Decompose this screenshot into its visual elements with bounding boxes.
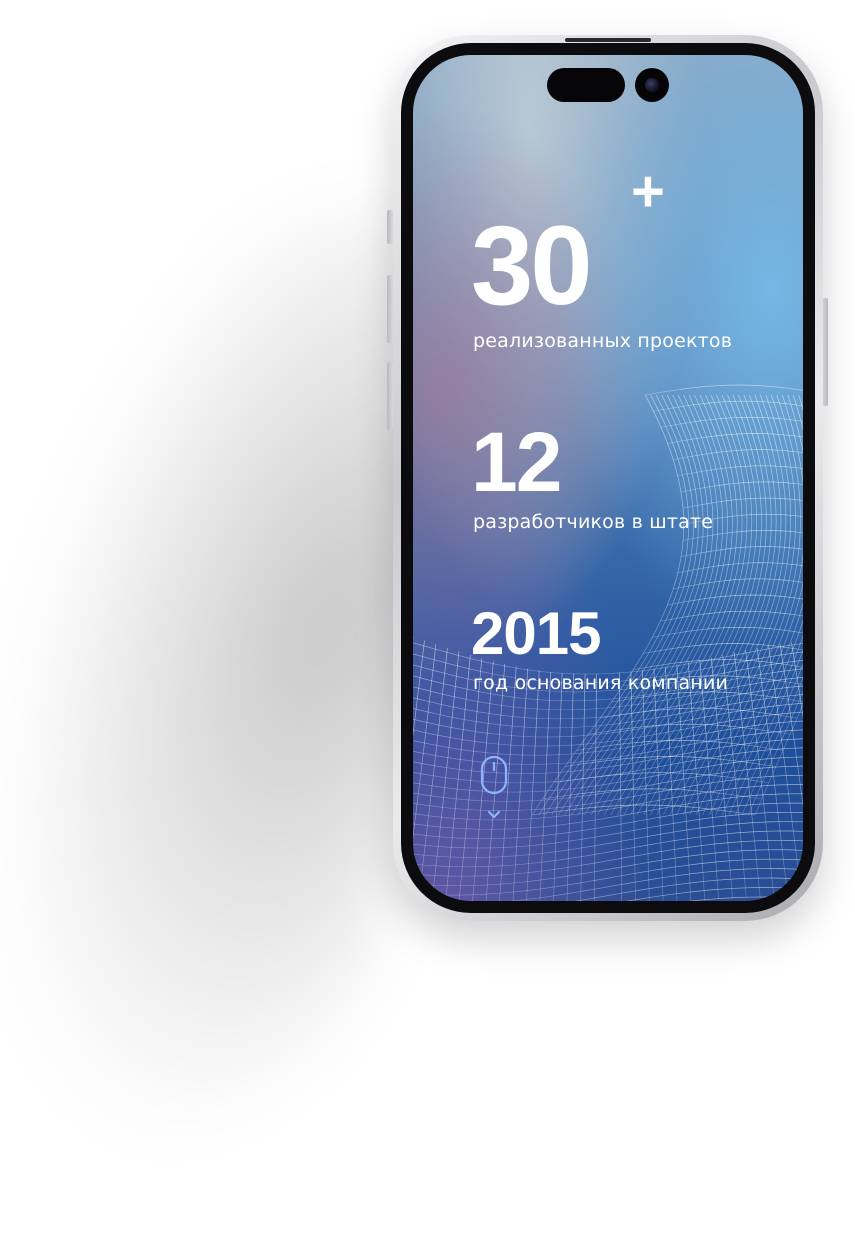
stat-developers-label: разработчиков в штате	[473, 511, 714, 533]
mouse-icon	[480, 755, 508, 795]
front-camera	[635, 68, 669, 102]
stat-projects-label: реализованных проектов	[473, 330, 733, 352]
mockup-stage: 30 + реализованных проектов 12 разработч…	[0, 0, 855, 1236]
chevron-down-icon	[487, 810, 501, 819]
stat-projects-plus: +	[631, 159, 665, 224]
stat-founded-label: год основания компании	[473, 672, 728, 694]
dynamic-island	[547, 68, 625, 102]
stat-projects-value: 30	[471, 203, 593, 328]
stat-founded-value: 2015	[471, 600, 601, 667]
stat-developers-value: 12	[471, 415, 562, 509]
speaker-grille	[565, 38, 651, 42]
scroll-down-hint[interactable]	[479, 755, 509, 825]
phone-screen: 30 + реализованных проектов 12 разработч…	[413, 55, 803, 901]
